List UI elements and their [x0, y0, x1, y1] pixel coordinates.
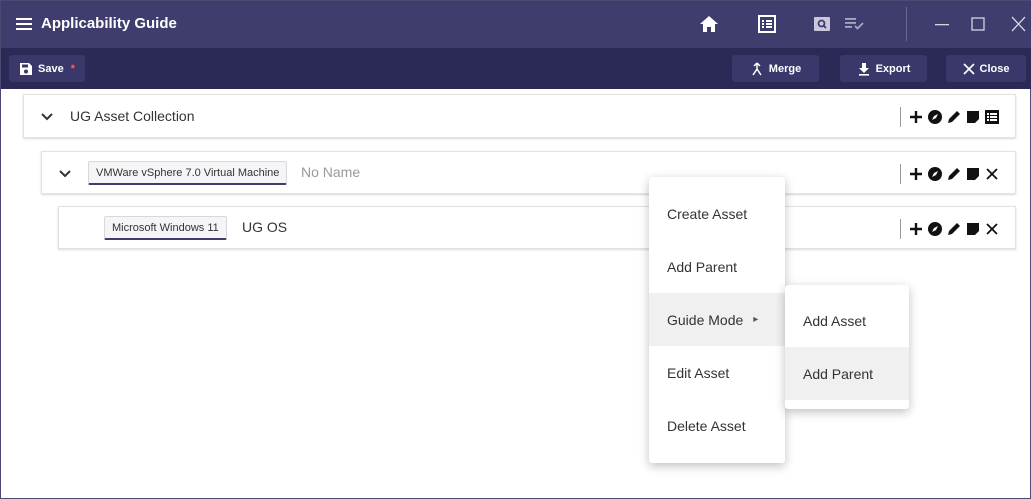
checklist-icon[interactable] [843, 13, 865, 35]
pencil-icon[interactable] [946, 109, 962, 125]
minimize-icon[interactable] [931, 13, 953, 35]
asset-name[interactable]: UG OS [242, 219, 287, 235]
pencil-icon[interactable] [946, 221, 962, 237]
maximize-icon[interactable] [967, 13, 989, 35]
root-label: UG Asset Collection [70, 108, 195, 124]
menu-item-label: Add Parent [667, 258, 738, 275]
plus-icon[interactable] [908, 109, 924, 125]
action-separator [900, 219, 901, 239]
title-bar: Applicability Guide [1, 1, 1031, 48]
context-menu: Create Asset Add Parent Guide Mode ▸ Edi… [649, 177, 785, 463]
close-button[interactable]: Close [946, 55, 1026, 82]
close-label: Close [979, 62, 1010, 75]
action-separator [900, 107, 901, 127]
compass-icon[interactable] [927, 109, 943, 125]
compass-icon[interactable] [927, 166, 943, 182]
menu-item-delete-asset[interactable]: Delete Asset [649, 399, 785, 452]
compass-icon[interactable] [927, 221, 943, 237]
note-icon[interactable] [965, 109, 981, 125]
pencil-icon[interactable] [946, 166, 962, 182]
asset-type-tag[interactable]: VMWare vSphere 7.0 Virtual Machine [88, 161, 288, 185]
menu-item-label: Delete Asset [667, 417, 746, 434]
menu-item-create-asset[interactable]: Create Asset [649, 187, 785, 240]
download-icon [858, 62, 869, 76]
remove-icon[interactable] [984, 221, 1000, 237]
export-label: Export [875, 62, 911, 75]
submenu-item-add-parent[interactable]: Add Parent [785, 347, 909, 400]
list-box-icon[interactable] [756, 13, 778, 35]
tree-row-os[interactable]: Microsoft Windows 11 UG OS [58, 206, 1016, 249]
remove-icon[interactable] [984, 166, 1000, 182]
menu-item-label: Guide Mode [667, 311, 744, 328]
save-label: Save [38, 62, 64, 75]
action-separator [900, 164, 901, 184]
hamburger-icon[interactable] [15, 15, 33, 33]
asset-type-tag[interactable]: Microsoft Windows 11 [104, 216, 227, 240]
submenu-item-add-asset[interactable]: Add Asset [785, 294, 909, 347]
save-button[interactable]: Save * [9, 55, 85, 82]
search-box-icon[interactable] [811, 13, 833, 35]
menu-item-edit-asset[interactable]: Edit Asset [649, 346, 785, 399]
plus-icon[interactable] [908, 166, 924, 182]
merge-label: Merge [768, 62, 802, 75]
tree-row-vm[interactable]: VMWare vSphere 7.0 Virtual Machine No Na… [41, 151, 1016, 194]
merge-button[interactable]: Merge [732, 55, 819, 82]
close-icon[interactable] [1007, 13, 1029, 35]
chevron-down-icon[interactable] [40, 110, 54, 124]
menu-item-label: Edit Asset [667, 364, 730, 381]
guide-mode-submenu: Add Asset Add Parent [785, 285, 909, 409]
app-title: Applicability Guide [41, 15, 177, 32]
merge-icon [752, 61, 762, 75]
home-icon[interactable] [698, 13, 720, 35]
submenu-item-label: Add Asset [803, 312, 867, 329]
submenu-item-label: Add Parent [803, 365, 874, 382]
vm-actions [900, 164, 1000, 184]
titlebar-divider [906, 7, 907, 41]
export-button[interactable]: Export [840, 55, 927, 82]
menu-item-label: Create Asset [667, 205, 748, 222]
asset-name[interactable]: No Name [301, 164, 360, 180]
plus-icon[interactable] [908, 221, 924, 237]
tree-row-root[interactable]: UG Asset Collection [23, 94, 1016, 138]
close-icon [962, 62, 975, 75]
root-actions [900, 107, 1000, 127]
menu-item-add-parent[interactable]: Add Parent [649, 240, 785, 293]
toolbar: Save * Merge Export Close [1, 48, 1031, 89]
menu-item-guide-mode[interactable]: Guide Mode ▸ [649, 293, 785, 346]
list-icon[interactable] [984, 109, 1000, 125]
chevron-down-icon[interactable] [58, 167, 72, 181]
save-icon [20, 62, 32, 75]
note-icon[interactable] [965, 221, 981, 237]
os-actions [900, 219, 1000, 239]
submenu-arrow-icon: ▸ [753, 314, 759, 325]
note-icon[interactable] [965, 166, 981, 182]
app-window: Applicability Guide Save * Merge Export … [0, 0, 1031, 499]
unsaved-marker: * [70, 62, 75, 75]
